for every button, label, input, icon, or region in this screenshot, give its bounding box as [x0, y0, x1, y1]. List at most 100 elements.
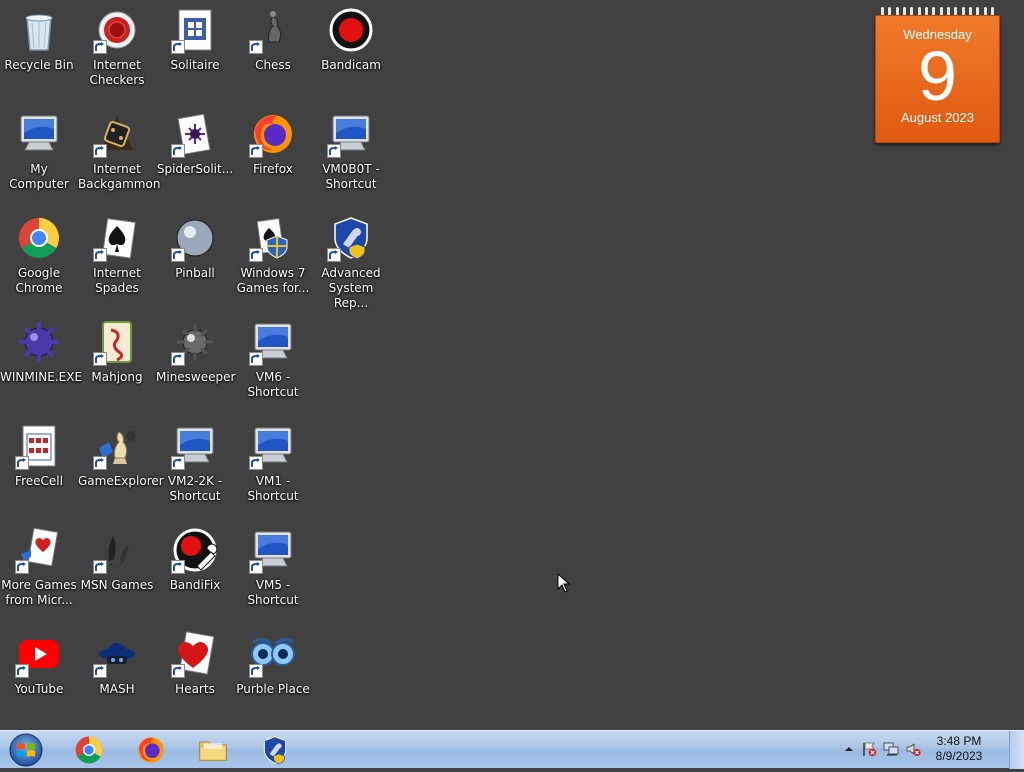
desktop-icon-label: Internet Checkers — [89, 58, 145, 87]
desktop-icon[interactable]: Mahjong — [78, 312, 156, 385]
desktop-icon-label: GameExplorer — [78, 474, 164, 488]
desktop-icon-label: Recycle Bin — [4, 58, 74, 72]
shortcut-arrow-icon — [15, 560, 29, 574]
shortcut-arrow-icon — [93, 456, 107, 470]
windows7-games-icon — [249, 214, 297, 262]
desktop-icon-label: Bandicam — [321, 58, 381, 72]
computer-icon — [249, 526, 297, 574]
desktop-icon[interactable]: VM1 - Shortcut — [234, 416, 312, 504]
desktop-icon[interactable]: SpiderSolit... — [156, 104, 234, 177]
spades-icon — [93, 214, 141, 262]
computer-icon — [171, 422, 219, 470]
folder-icon — [199, 741, 227, 761]
desktop-icon[interactable]: MSN Games — [78, 520, 156, 593]
chrome-icon — [75, 736, 103, 764]
desktop-icon[interactable]: VM6 - Shortcut — [234, 312, 312, 400]
taskbar-clock[interactable]: 3:48 PM 8/9/2023 — [929, 734, 989, 764]
shortcut-arrow-icon — [93, 352, 107, 366]
desktop-icon-label: My Computer — [9, 162, 69, 191]
pinball-icon — [171, 214, 219, 262]
shortcut-arrow-icon — [93, 248, 107, 262]
desktop-icon[interactable]: GameExplorer — [78, 416, 164, 489]
desktop-icon[interactable]: Windows 7 Games for... — [234, 208, 312, 296]
computer-icon — [15, 110, 63, 158]
more-games-icon — [15, 526, 63, 574]
desktop-icon-label: VM5 - Shortcut — [247, 578, 299, 607]
game-explorer-icon — [93, 422, 141, 470]
network-icon — [883, 742, 899, 756]
desktop-icon[interactable]: Bandicam — [312, 0, 390, 73]
desktop-icon[interactable]: Internet Spades — [78, 208, 156, 296]
calendar-day: 9 — [918, 37, 957, 115]
shortcut-arrow-icon — [93, 144, 107, 158]
clock-date: 8/9/2023 — [935, 749, 983, 763]
bandicam-icon — [327, 6, 375, 54]
shortcut-arrow-icon — [249, 144, 263, 158]
computer-icon — [249, 422, 297, 470]
desktop-icon[interactable]: FreeCell — [0, 416, 78, 489]
calendar-gadget[interactable]: Wednesday 9 August 2023 — [875, 7, 1000, 143]
shortcut-arrow-icon — [249, 248, 263, 262]
taskbar-chrome-button[interactable] — [64, 733, 114, 767]
desktop-icon[interactable]: Chess — [234, 0, 312, 73]
desktop-icon[interactable]: Google Chrome — [0, 208, 78, 296]
desktop-icon[interactable]: Recycle Bin — [0, 0, 78, 73]
desktop-icon-label: Pinball — [175, 266, 215, 280]
clock-time: 3:48 PM — [936, 734, 982, 748]
desktop-icon-label: VM2-2K - Shortcut — [167, 474, 223, 503]
desktop-icon[interactable]: Purble Place — [234, 624, 312, 697]
taskbar-firefox-button[interactable] — [126, 733, 176, 767]
desktop-icon[interactable]: More Games from Micr... — [0, 520, 78, 608]
shield-icon — [263, 736, 287, 765]
action-center-button[interactable] — [861, 741, 877, 757]
desktop-icon-label: BandiFix — [169, 578, 221, 592]
shortcut-arrow-icon — [327, 248, 341, 262]
msn-games-icon — [93, 526, 141, 574]
desktop-icon[interactable]: MASH — [78, 624, 156, 697]
mouse-cursor-icon — [557, 573, 571, 593]
shortcut-arrow-icon — [249, 40, 263, 54]
desktop-icon[interactable]: Minesweeper — [156, 312, 235, 385]
taskbar-advanced-system-repair-button[interactable] — [250, 733, 300, 767]
desktop-icon[interactable]: Hearts — [156, 624, 234, 697]
desktop-icon-label: Google Chrome — [15, 266, 63, 295]
desktop-icon-label: YouTube — [14, 682, 64, 696]
network-button[interactable] — [883, 741, 899, 757]
computer-icon — [327, 110, 375, 158]
show-hidden-icons-button[interactable] — [841, 741, 857, 757]
desktop-icon[interactable]: VM5 - Shortcut — [234, 520, 312, 608]
start-button[interactable] — [6, 732, 46, 768]
desktop-icon[interactable]: YouTube — [0, 624, 78, 697]
shortcut-arrow-icon — [171, 560, 185, 574]
desktop-icon-label: Hearts — [175, 682, 215, 696]
desktop-icon[interactable]: WINMINE.EXE — [0, 312, 82, 385]
desktop-icon[interactable]: My Computer — [0, 104, 78, 192]
system-tray: 3:48 PM 8/9/2023 — [834, 731, 1024, 769]
desktop-icon[interactable]: VM0B0T - Shortcut — [312, 104, 390, 192]
desktop-icon[interactable]: Internet Backgammon — [78, 104, 160, 192]
shortcut-arrow-icon — [15, 456, 29, 470]
solitaire-icon — [171, 6, 219, 54]
desktop-icon[interactable]: Solitaire — [156, 0, 234, 73]
desktop-icon-label: VM0B0T - Shortcut — [322, 162, 380, 191]
desktop-icon[interactable]: Pinball — [156, 208, 234, 281]
windows-logo-icon — [9, 733, 43, 767]
show-desktop-button[interactable] — [1009, 731, 1024, 769]
desktop-icon-label: SpiderSolit... — [156, 162, 234, 176]
shortcut-arrow-icon — [249, 560, 263, 574]
desktop-icon[interactable]: Internet Checkers — [78, 0, 156, 88]
desktop-icon[interactable]: VM2-2K - Shortcut — [156, 416, 234, 504]
desktop-icon-label: Firefox — [253, 162, 293, 176]
taskbar-file-explorer-button[interactable] — [188, 733, 238, 767]
freecell-icon — [15, 422, 63, 470]
desktop-icon[interactable]: BandiFix — [156, 520, 234, 593]
shortcut-arrow-icon — [15, 664, 29, 678]
desktop-icon-label: VM6 - Shortcut — [247, 370, 299, 399]
desktop-icon-label: Mahjong — [91, 370, 143, 384]
shortcut-arrow-icon — [327, 144, 341, 158]
desktop-icon[interactable]: Advanced System Rep... — [312, 208, 390, 311]
volume-button[interactable] — [905, 741, 921, 757]
shortcut-arrow-icon — [171, 144, 185, 158]
desktop-icon[interactable]: Firefox — [234, 104, 312, 177]
shortcut-arrow-icon — [171, 456, 185, 470]
